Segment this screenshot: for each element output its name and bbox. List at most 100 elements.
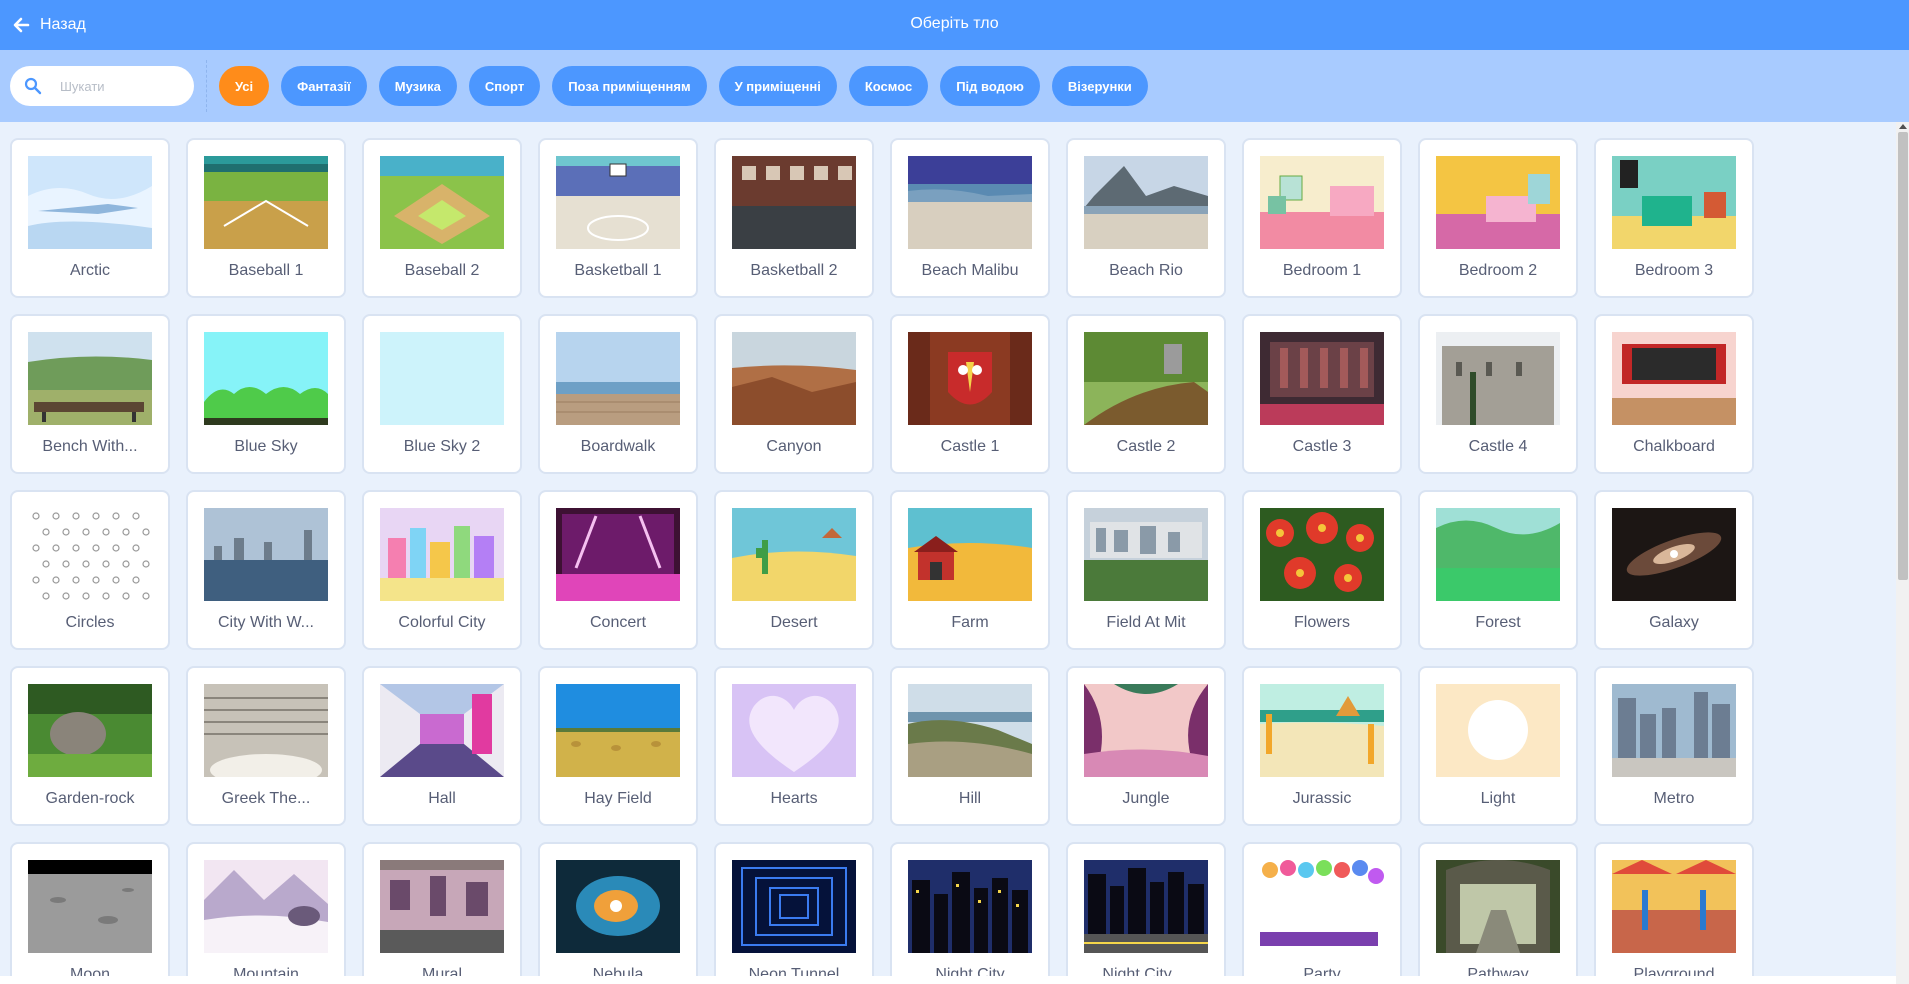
scrollbar-thumb[interactable] [1898,132,1908,580]
tag-all[interactable]: Усі [219,66,270,106]
taskbar-strip [0,976,1896,984]
backdrop-card-canyon[interactable]: Canyon [714,314,874,474]
backdrop-thumbnail [732,508,856,601]
backdrop-card-castle3[interactable]: Castle 3 [1242,314,1402,474]
backdrop-thumbnail [204,684,328,777]
backdrop-name: Field At Mit [1106,614,1186,631]
backdrop-card-concert[interactable]: Concert [538,490,698,650]
backdrop-card-circles[interactable]: Circles [10,490,170,650]
backdrop-card-field-mit[interactable]: Field At Mit [1066,490,1226,650]
backdrop-thumbnail [28,684,152,777]
backdrop-card-farm[interactable]: Farm [890,490,1050,650]
backdrop-thumbnail [204,860,328,953]
backdrop-card-mountain[interactable]: Mountain [186,842,346,984]
backdrop-card-hill[interactable]: Hill [890,666,1050,826]
backdrop-name: Garden-rock [45,790,135,807]
backdrop-card-jurassic[interactable]: Jurassic [1242,666,1402,826]
tag-filter-7[interactable]: Під водою [940,66,1040,106]
scroll-up-icon[interactable] [1899,124,1907,129]
backdrop-name: Baseball 2 [404,262,480,279]
backdrop-card-flowers[interactable]: Flowers [1242,490,1402,650]
backdrop-card-light[interactable]: Light [1418,666,1578,826]
backdrop-card-neon-tunnel[interactable]: Neon Tunnel [714,842,874,984]
backdrop-thumbnail [1612,332,1736,425]
backdrop-name: Bedroom 1 [1282,262,1362,279]
backdrop-card-basketball2[interactable]: Basketball 2 [714,138,874,298]
backdrop-card-greek-theater[interactable]: Greek The... [186,666,346,826]
backdrop-card-beach-rio[interactable]: Beach Rio [1066,138,1226,298]
backdrop-card-playground[interactable]: Playground [1594,842,1754,984]
backdrop-card-blue-sky[interactable]: Blue Sky [186,314,346,474]
backdrop-card-bedroom2[interactable]: Bedroom 2 [1418,138,1578,298]
backdrop-card-colorful-city[interactable]: Colorful City [362,490,522,650]
backdrop-thumbnail [908,332,1032,425]
header-bar: Назад Оберіть тло [0,0,1909,50]
backdrop-name: Hearts [770,790,818,807]
backdrop-card-party[interactable]: Party [1242,842,1402,984]
backdrop-card-forest[interactable]: Forest [1418,490,1578,650]
backdrop-card-garden-rock[interactable]: Garden-rock [10,666,170,826]
backdrop-card-bench[interactable]: Bench With... [10,314,170,474]
backdrop-card-castle1[interactable]: Castle 1 [890,314,1050,474]
backdrop-name: Blue Sky [234,438,298,455]
divider [206,60,207,112]
backdrop-name: Colorful City [398,614,486,631]
backdrop-thumbnail [908,860,1032,953]
backdrop-card-beach-malibu[interactable]: Beach Malibu [890,138,1050,298]
backdrop-name: Beach Rio [1109,262,1183,279]
backdrop-name: Arctic [70,262,110,279]
backdrop-card-hearts[interactable]: Hearts [714,666,874,826]
backdrop-thumbnail [1260,684,1384,777]
backdrop-thumbnail [1260,860,1384,953]
backdrop-card-hay-field[interactable]: Hay Field [538,666,698,826]
tag-filter-2[interactable]: Музика [378,66,457,106]
backdrop-thumbnail [28,156,152,249]
backdrop-card-jungle[interactable]: Jungle [1066,666,1226,826]
backdrop-name: Metro [1653,790,1695,807]
backdrop-thumbnail [908,156,1032,249]
backdrop-card-basketball1[interactable]: Basketball 1 [538,138,698,298]
backdrop-thumbnail [556,860,680,953]
backdrop-name: Desert [770,614,818,631]
backdrop-name: Boardwalk [580,438,656,455]
tag-filter-3[interactable]: Спорт [468,66,541,106]
backdrop-card-nebula[interactable]: Nebula [538,842,698,984]
tag-filter-5[interactable]: У приміщенні [718,66,837,106]
backdrop-card-mural[interactable]: Mural [362,842,522,984]
backdrop-card-bedroom3[interactable]: Bedroom 3 [1594,138,1754,298]
backdrop-card-metro[interactable]: Metro [1594,666,1754,826]
tag-filter-8[interactable]: Візерунки [1051,66,1148,106]
backdrop-thumbnail [204,508,328,601]
backdrop-card-castle2[interactable]: Castle 2 [1066,314,1226,474]
backdrop-card-boardwalk[interactable]: Boardwalk [538,314,698,474]
search-box[interactable] [10,66,194,106]
backdrop-name: Jurassic [1292,790,1352,807]
backdrop-card-baseball1[interactable]: Baseball 1 [186,138,346,298]
backdrop-thumbnail [204,156,328,249]
backdrop-card-night-city[interactable]: Night City [890,842,1050,984]
backdrop-thumbnail [556,332,680,425]
backdrop-card-blue-sky-2[interactable]: Blue Sky 2 [362,314,522,474]
backdrop-card-baseball2[interactable]: Baseball 2 [362,138,522,298]
filter-bar: Усі Фантазії Музика Спорт Поза приміщенням У … [0,50,1909,122]
backdrop-thumbnail [908,684,1032,777]
backdrop-thumbnail [1260,508,1384,601]
page-title: Оберіть тло [910,15,999,32]
backdrop-card-castle4[interactable]: Castle 4 [1418,314,1578,474]
backdrop-card-city-water[interactable]: City With W... [186,490,346,650]
backdrop-card-hall[interactable]: Hall [362,666,522,826]
backdrop-thumbnail [732,684,856,777]
tag-filter-4[interactable]: Поза приміщенням [552,66,707,106]
backdrop-name: Galaxy [1649,614,1699,631]
backdrop-card-night-city-2[interactable]: Night City ... [1066,842,1226,984]
backdrop-card-arctic[interactable]: Arctic [10,138,170,298]
backdrop-card-bedroom1[interactable]: Bedroom 1 [1242,138,1402,298]
tag-filter-6[interactable]: Космос [848,66,929,106]
search-input[interactable] [60,78,180,94]
backdrop-card-pathway[interactable]: Pathway [1418,842,1578,984]
backdrop-card-galaxy[interactable]: Galaxy [1594,490,1754,650]
tag-filter-1[interactable]: Фантазії [281,66,367,106]
backdrop-card-moon[interactable]: Moon [10,842,170,984]
backdrop-card-chalkboard[interactable]: Chalkboard [1594,314,1754,474]
backdrop-card-desert[interactable]: Desert [714,490,874,650]
